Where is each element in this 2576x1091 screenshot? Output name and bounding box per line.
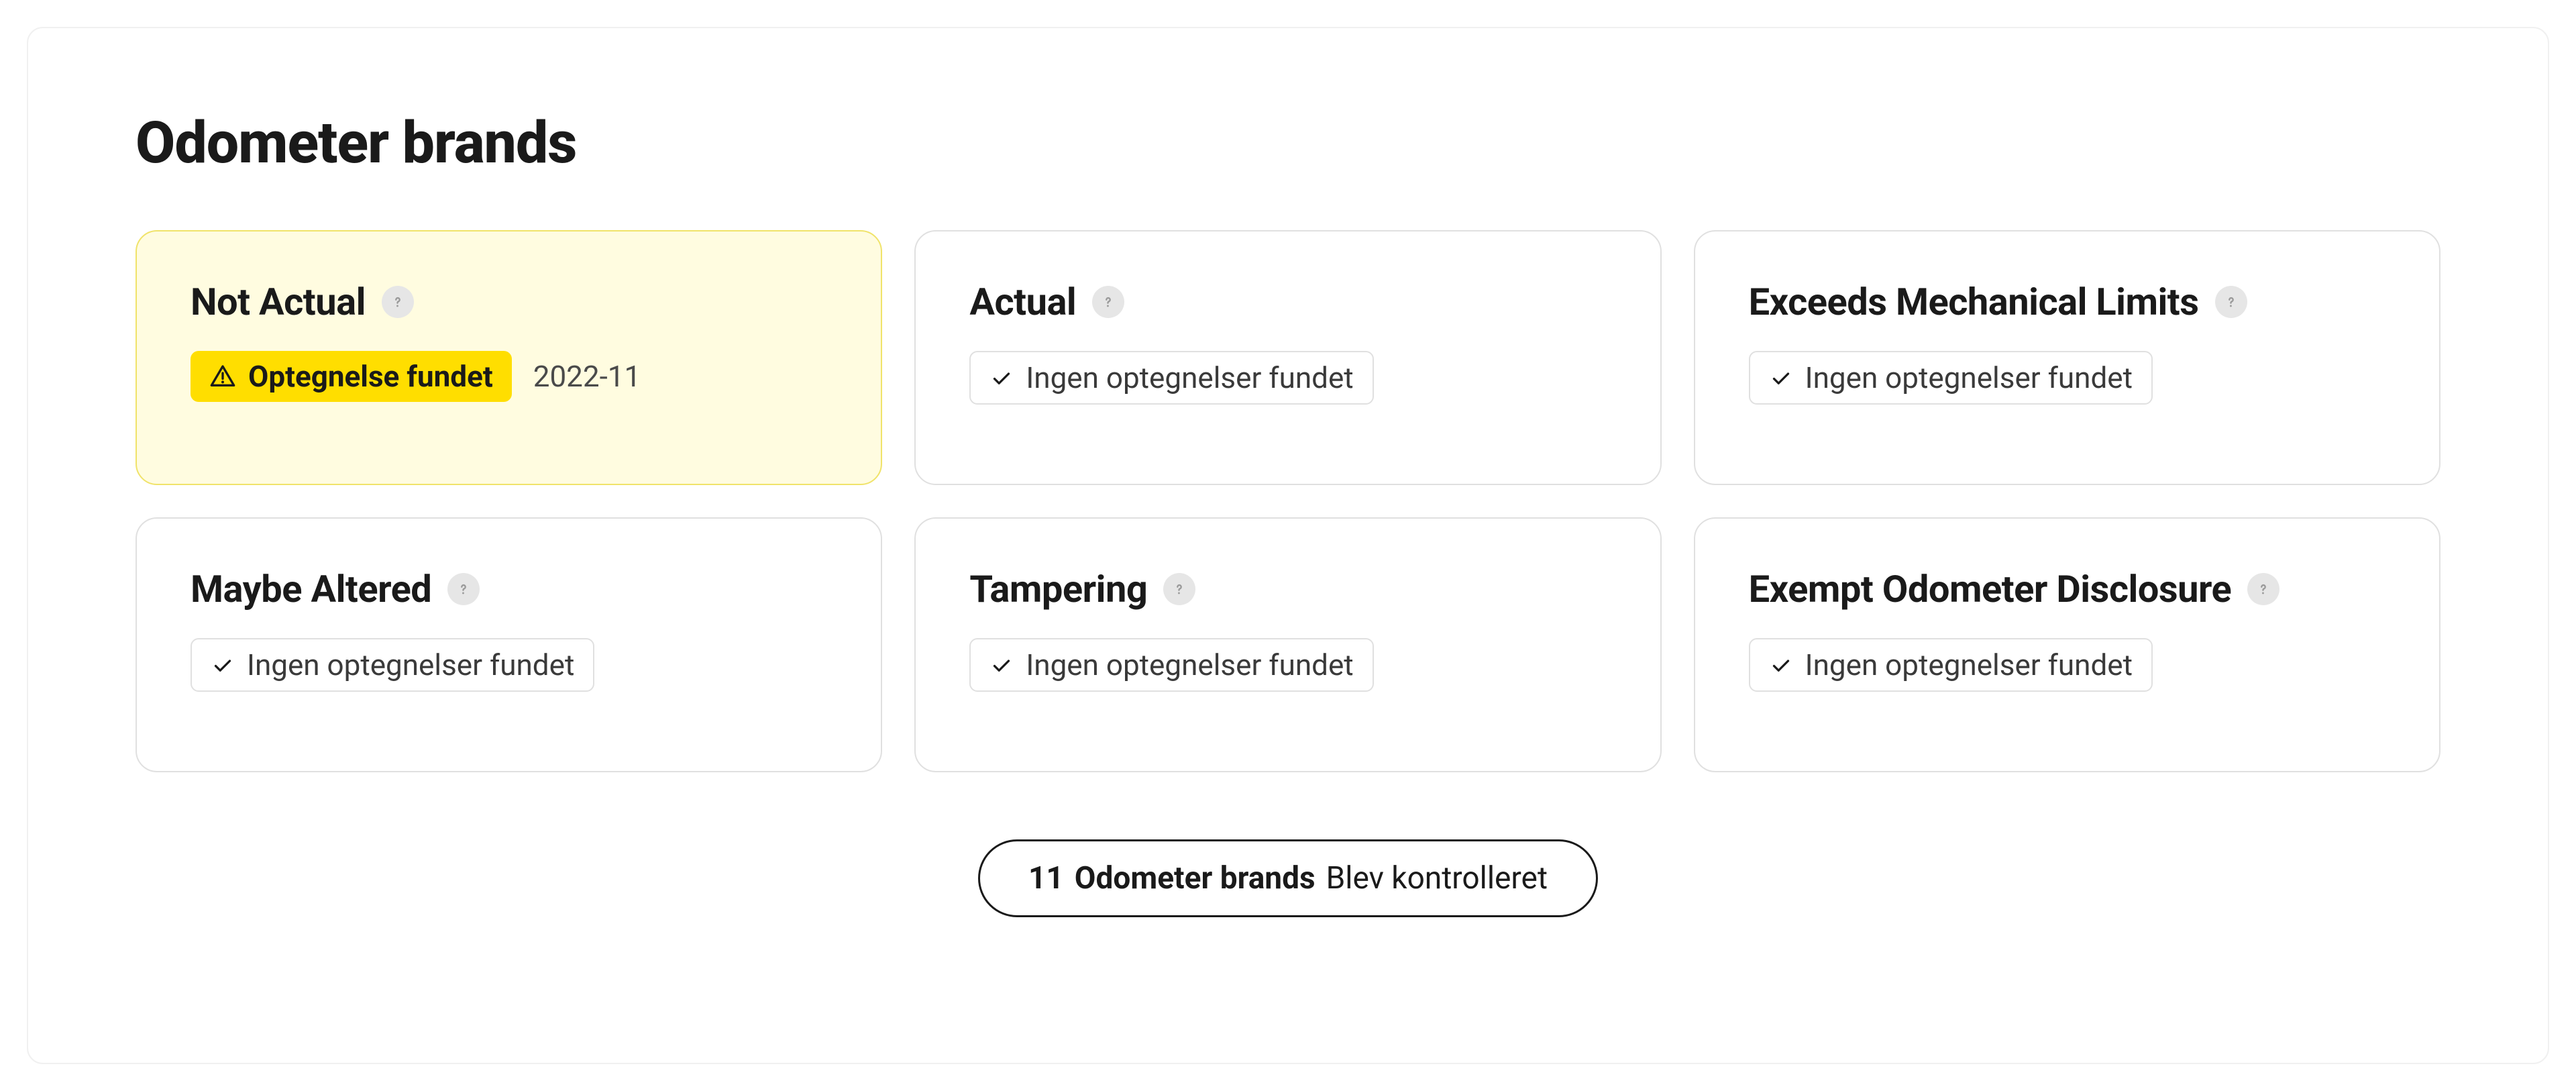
help-icon[interactable] bbox=[382, 286, 414, 318]
card-title: Actual bbox=[969, 280, 1076, 324]
help-icon[interactable] bbox=[2215, 286, 2247, 318]
record-date: 2022-11 bbox=[533, 359, 641, 394]
check-icon bbox=[989, 653, 1014, 677]
section-title: Odometer brands bbox=[136, 109, 2440, 176]
no-records-badge: Ingen optegnelser fundet bbox=[969, 351, 1373, 405]
help-icon[interactable] bbox=[447, 573, 480, 605]
no-records-badge: Ingen optegnelser fundet bbox=[191, 638, 594, 692]
cards-grid: Not Actual Optegnelse fundet 2022-11 bbox=[136, 230, 2440, 772]
card-tampering: Tampering Ingen optegnelser fundet bbox=[914, 517, 1661, 772]
help-icon[interactable] bbox=[2247, 573, 2279, 605]
card-title: Tampering bbox=[969, 567, 1147, 611]
card-exempt-odometer-disclosure: Exempt Odometer Disclosure Ingen optegne… bbox=[1694, 517, 2440, 772]
check-icon bbox=[1769, 653, 1793, 677]
warning-icon bbox=[209, 363, 236, 390]
card-maybe-altered: Maybe Altered Ingen optegnelser fundet bbox=[136, 517, 882, 772]
check-icon bbox=[211, 653, 235, 677]
no-records-badge: Ingen optegnelser fundet bbox=[1749, 351, 2153, 405]
badge-text: Ingen optegnelser fundet bbox=[247, 650, 574, 680]
summary-count: 11 bbox=[1028, 860, 1064, 896]
card-exceeds-mechanical-limits: Exceeds Mechanical Limits Ingen optegnel… bbox=[1694, 230, 2440, 485]
odometer-brands-panel: Odometer brands Not Actual Optegnelse fu… bbox=[27, 27, 2549, 1064]
record-found-badge: Optegnelse fundet bbox=[191, 351, 512, 402]
no-records-badge: Ingen optegnelser fundet bbox=[1749, 638, 2153, 692]
check-icon bbox=[989, 366, 1014, 390]
summary-pill[interactable]: 11 Odometer brands Blev kontrolleret bbox=[978, 839, 1598, 917]
card-title: Exceeds Mechanical Limits bbox=[1749, 280, 2199, 324]
card-title: Not Actual bbox=[191, 280, 366, 324]
summary-label: Odometer brands bbox=[1075, 860, 1316, 896]
card-title: Maybe Altered bbox=[191, 567, 431, 611]
help-icon[interactable] bbox=[1163, 573, 1195, 605]
badge-text: Ingen optegnelser fundet bbox=[1805, 363, 2133, 393]
card-not-actual: Not Actual Optegnelse fundet 2022-11 bbox=[136, 230, 882, 485]
card-actual: Actual Ingen optegnelser fundet bbox=[914, 230, 1661, 485]
help-icon[interactable] bbox=[1092, 286, 1124, 318]
check-icon bbox=[1769, 366, 1793, 390]
summary-tail: Blev kontrolleret bbox=[1326, 860, 1548, 896]
badge-text: Ingen optegnelser fundet bbox=[1026, 363, 1353, 393]
no-records-badge: Ingen optegnelser fundet bbox=[969, 638, 1373, 692]
badge-text: Ingen optegnelser fundet bbox=[1026, 650, 1353, 680]
card-title: Exempt Odometer Disclosure bbox=[1749, 567, 2232, 611]
badge-text: Optegnelse fundet bbox=[248, 362, 493, 391]
badge-text: Ingen optegnelser fundet bbox=[1805, 650, 2133, 680]
